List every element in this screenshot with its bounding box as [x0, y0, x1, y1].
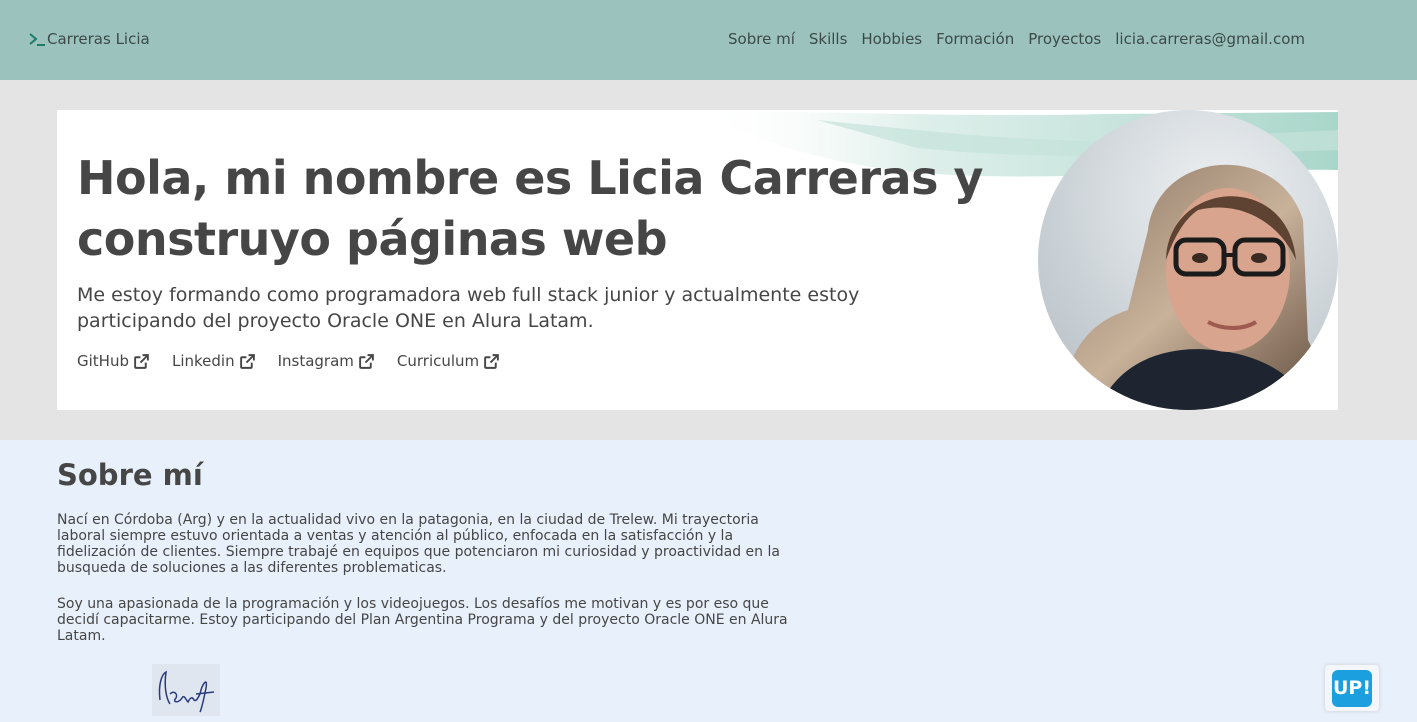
- nav-proyectos[interactable]: Proyectos: [1028, 30, 1101, 48]
- about-paragraph: Nací en Córdoba (Arg) y en la actualidad…: [57, 512, 780, 576]
- scroll-to-top-button[interactable]: UP!: [1325, 665, 1379, 711]
- github-link[interactable]: GitHub: [77, 352, 150, 370]
- linkedin-link[interactable]: Linkedin: [172, 352, 256, 370]
- brand-link[interactable]: Carreras Licia: [28, 30, 150, 48]
- terminal-prompt-icon: [29, 33, 45, 46]
- github-link-label: GitHub: [77, 352, 129, 370]
- about-section: Sobre mí Nací en Córdoba (Arg) y en la a…: [0, 440, 1417, 722]
- hero-title: Hola, mi nombre es Licia Carreras y cons…: [77, 151, 983, 266]
- main-nav: Sobre mí Skills Hobbies Formación Proyec…: [728, 30, 1305, 48]
- about-title: Sobre mí: [57, 458, 203, 492]
- nav-formacion[interactable]: Formación: [936, 30, 1014, 48]
- handwritten-signature: [152, 664, 220, 716]
- up-label: UP!: [1332, 670, 1372, 707]
- nav-sobre-mi[interactable]: Sobre mí: [728, 30, 795, 48]
- nav-hobbies[interactable]: Hobbies: [861, 30, 922, 48]
- external-link-icon: [359, 353, 374, 369]
- curriculum-link-label: Curriculum: [396, 352, 480, 370]
- social-links: GitHub Linkedin Instagram Curriculum: [77, 352, 500, 370]
- brand-name: Carreras Licia: [47, 30, 150, 48]
- nav-skills[interactable]: Skills: [809, 30, 848, 48]
- external-link-icon: [134, 353, 149, 369]
- instagram-link-label: Instagram: [277, 352, 354, 370]
- profile-photo: [1038, 110, 1338, 410]
- hero-subtitle: Me estoy formando como programadora web …: [77, 284, 860, 332]
- about-text: Nací en Córdoba (Arg) y en la actualidad…: [57, 512, 797, 664]
- external-link-icon: [484, 353, 500, 369]
- external-link-icon: [239, 353, 255, 369]
- linkedin-link-label: Linkedin: [171, 352, 235, 370]
- about-paragraph: Soy una apasionada de la programación y …: [57, 596, 788, 644]
- hero-section: Hola, mi nombre es Licia Carreras y cons…: [57, 110, 1338, 410]
- instagram-link[interactable]: Instagram: [278, 352, 375, 370]
- site-header: Carreras Licia Sobre mí Skills Hobbies F…: [0, 0, 1417, 80]
- curriculum-link[interactable]: Curriculum: [397, 352, 500, 370]
- nav-email[interactable]: licia.carreras@gmail.com: [1115, 30, 1305, 48]
